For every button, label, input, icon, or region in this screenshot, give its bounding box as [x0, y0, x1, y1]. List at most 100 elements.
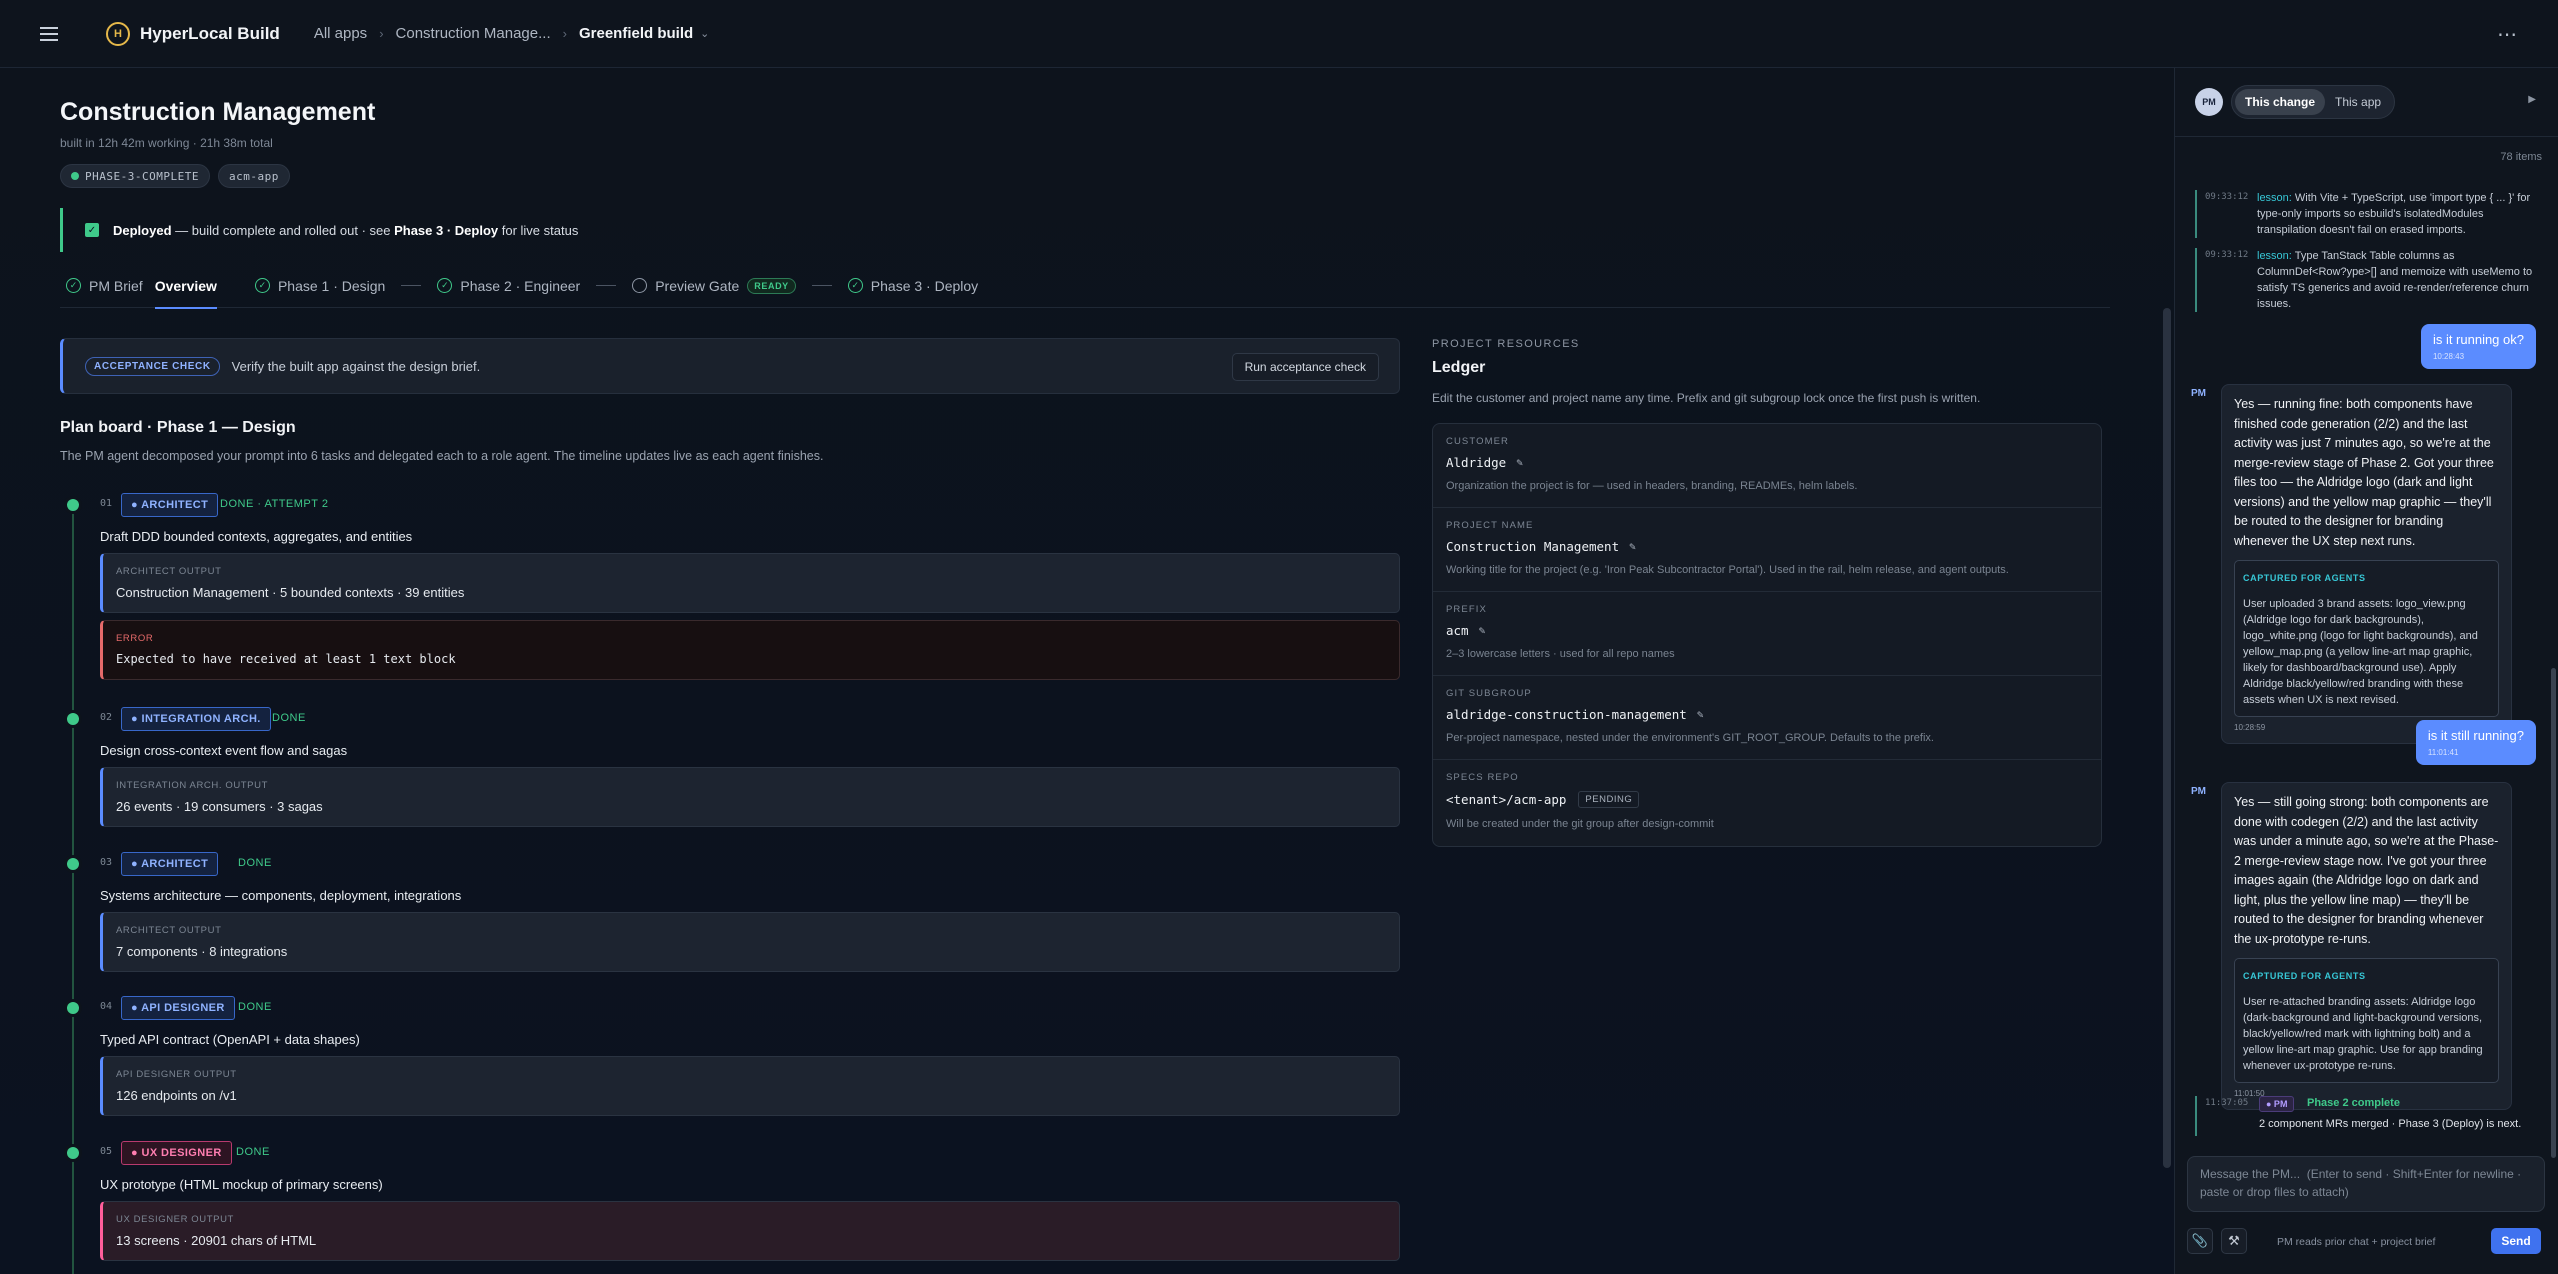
breadcrumb-project[interactable]: Construction Manage... [396, 25, 551, 42]
captured-heading: CAPTURED FOR AGENTS [2243, 971, 2366, 981]
pm-message: Yes — still going strong: both component… [2221, 782, 2512, 1110]
field-value: Aldridge [1446, 455, 1507, 470]
check-circle-icon: ✓ [847, 278, 863, 293]
pm-label: PM [2191, 786, 2206, 797]
tab-connector [596, 285, 617, 286]
scope-toggle: This change This app [2231, 85, 2396, 119]
output-label: INTEGRATION ARCH. OUTPUT [116, 780, 268, 791]
ready-badge: READY [747, 277, 796, 294]
pm-message: Yes — running fine: both components have… [2221, 384, 2512, 744]
task-output[interactable]: ARCHITECT OUTPUT Construction Management… [100, 553, 1400, 613]
breadcrumb-separator-icon: › [562, 26, 567, 41]
message-text: Yes — running fine: both components have… [2234, 397, 2494, 548]
toggle-this-app[interactable]: This app [2325, 89, 2391, 115]
task-title: Systems architecture — components, deplo… [100, 888, 462, 903]
task-status: DONE · ATTEMPT 2 [220, 498, 329, 510]
edit-pencil-icon[interactable]: ✎ [1697, 708, 1704, 721]
task-output[interactable]: API DESIGNER OUTPUT 126 endpoints on /v1 [100, 1056, 1400, 1116]
task-number: 02 [100, 712, 113, 723]
tab-label: Overview [154, 277, 217, 294]
plan-description: The PM agent decomposed your prompt into… [60, 449, 824, 463]
check-circle-icon: ✓ [66, 278, 81, 293]
user-message: is it still running? 11:01:41 [2415, 720, 2536, 765]
output-value: 26 events · 19 consumers · 3 sagas [116, 799, 323, 814]
output-value: 13 screens · 20901 chars of HTML [116, 1233, 317, 1248]
chat-scrollbar[interactable] [2551, 668, 2556, 1158]
collapse-panel-icon[interactable]: ▶ [2528, 94, 2536, 105]
deploy-phase-link[interactable]: Phase 3 · Deploy [394, 223, 498, 238]
tab-pm-brief[interactable]: ✓ PM Brief [60, 264, 149, 308]
field-label: GIT SUBGROUP [1446, 688, 1532, 699]
field-label: SPECS REPO [1446, 772, 1519, 783]
output-value: Construction Management · 5 bounded cont… [116, 585, 465, 600]
tab-phase-3[interactable]: ✓ Phase 3 · Deploy [842, 264, 984, 308]
main-scrollbar[interactable] [2163, 308, 2171, 1168]
tab-label: Preview Gate [655, 277, 740, 294]
tab-overview[interactable]: Overview [149, 264, 223, 309]
output-label: API DESIGNER OUTPUT [116, 1069, 237, 1080]
tab-preview-gate[interactable]: Preview Gate READY [626, 264, 802, 308]
more-options-icon[interactable]: ⋯ [2497, 22, 2518, 47]
lesson-body: With Vite + TypeScript, use 'import type… [2257, 192, 2531, 236]
brand-name[interactable]: HyperLocal Build [140, 24, 280, 44]
send-button[interactable]: Send [2491, 1228, 2541, 1254]
field-value: <tenant>/acm-app [1446, 792, 1567, 807]
message-composer[interactable] [2187, 1156, 2545, 1212]
customer-value: Aldridge ✎ [1446, 455, 2101, 470]
task-number: 03 [100, 857, 113, 868]
deploy-tail: for live status [498, 222, 579, 238]
tab-phase-2[interactable]: ✓ Phase 2 · Engineer [431, 264, 586, 308]
field-label: CUSTOMER [1446, 436, 1509, 447]
event-time: 11:37:05 [2205, 1098, 2249, 1108]
task-output[interactable]: INTEGRATION ARCH. OUTPUT 26 events · 19 … [100, 767, 1400, 827]
task-output[interactable]: ARCHITECT OUTPUT 7 components · 8 integr… [100, 912, 1400, 972]
tab-label: PM Brief [89, 277, 143, 294]
menu-icon[interactable] [40, 20, 68, 48]
task-error: ERROR Expected to have received at least… [100, 620, 1400, 680]
error-label: ERROR [116, 633, 154, 644]
lesson-entry: 09:33:12 lesson: With Vite + TypeScript,… [2195, 190, 2545, 238]
output-label: ARCHITECT OUTPUT [116, 925, 222, 936]
run-acceptance-button[interactable]: Run acceptance check [1231, 353, 1379, 381]
edit-pencil-icon[interactable]: ✎ [1629, 540, 1636, 553]
captured-heading: CAPTURED FOR AGENTS [2243, 573, 2366, 583]
tab-phase-1[interactable]: ✓ Phase 1 · Design [249, 264, 391, 308]
lesson-key: lesson: [2257, 250, 2292, 262]
toggle-this-change[interactable]: This change [2235, 89, 2326, 115]
attach-icon[interactable]: 📎 [2187, 1228, 2213, 1254]
breadcrumb-build[interactable]: Greenfield build [579, 25, 693, 42]
lesson-text: lesson: With Vite + TypeScript, use 'imp… [2257, 190, 2545, 238]
task-output[interactable]: UX DESIGNER OUTPUT 13 screens · 20901 ch… [100, 1201, 1400, 1261]
tab-label: Phase 2 · Engineer [460, 277, 581, 294]
lesson-key: lesson: [2257, 192, 2292, 204]
context-hint: PM reads prior chat + project brief [2277, 1236, 2436, 1248]
status-dot-icon [71, 172, 79, 180]
lesson-body: Type TanStack Table columns as ColumnDef… [2257, 250, 2533, 310]
message-time: 11:01:41 [2427, 748, 2459, 757]
edit-pencil-icon[interactable]: ✎ [1516, 456, 1523, 469]
role-badge: ● ARCHITECT [121, 852, 219, 876]
chevron-down-icon[interactable]: ⌄ [700, 27, 709, 40]
role-badge: ● API DESIGNER [121, 996, 235, 1020]
app-slug-badge: acm-app [217, 164, 290, 188]
project-name-value: Construction Management ✎ [1446, 539, 2101, 554]
captured-body: User re-attached branding assets: Aldrid… [2243, 995, 2483, 1072]
message-text: is it running ok? [2432, 332, 2524, 347]
event-title: Phase 2 complete [2307, 1097, 2400, 1109]
tab-connector [401, 285, 422, 286]
ledger-row-specs-repo: SPECS REPO <tenant>/acm-app PENDING Will … [1433, 760, 2101, 844]
circle-icon [632, 278, 648, 293]
task-number: 01 [100, 498, 113, 509]
edit-pencil-icon[interactable]: ✎ [1479, 624, 1486, 637]
status-chips: PHASE-3-COMPLETE acm-app [60, 164, 290, 188]
breadcrumb-all-apps[interactable]: All apps [314, 25, 367, 42]
task-status: DONE [272, 712, 306, 724]
tools-icon[interactable]: ⚒ [2221, 1228, 2247, 1254]
field-help: Will be created under the git group afte… [1446, 818, 1714, 830]
message-input[interactable] [2200, 1165, 2532, 1203]
ledger-row-project-name: PROJECT NAME Construction Management ✎ Wo… [1433, 508, 2101, 592]
breadcrumb-separator-icon: › [379, 26, 384, 41]
error-value: Expected to have received at least 1 tex… [116, 652, 456, 666]
task-title: Design cross-context event flow and saga… [100, 743, 348, 758]
task-title: UX prototype (HTML mockup of primary scr… [100, 1177, 383, 1192]
